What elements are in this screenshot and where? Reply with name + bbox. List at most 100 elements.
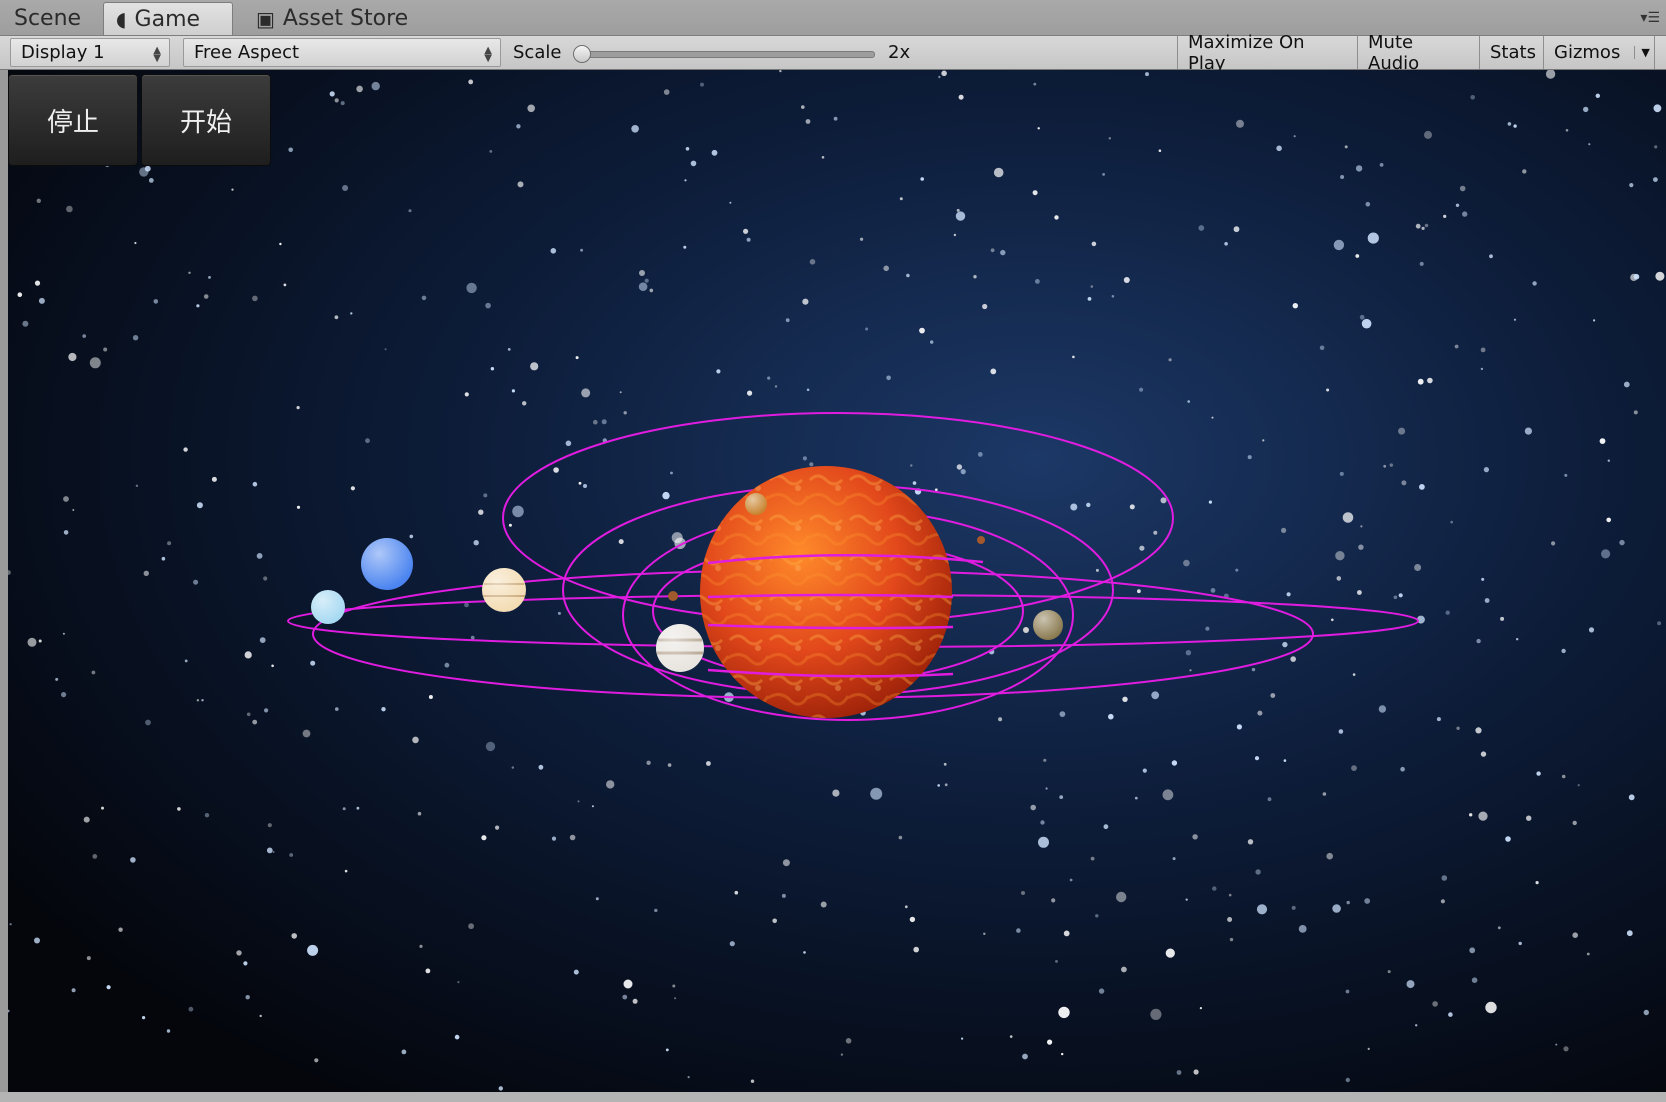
star <box>1172 857 1176 861</box>
star <box>38 639 42 643</box>
star <box>1331 618 1334 622</box>
star <box>490 367 495 371</box>
star <box>1367 232 1379 244</box>
scale-value: 2x <box>888 42 911 63</box>
star <box>1653 177 1658 182</box>
star <box>1450 520 1454 524</box>
display-dropdown-value: Display 1 <box>21 42 105 63</box>
star <box>1454 344 1459 349</box>
star <box>1139 387 1144 392</box>
tab-asset-store[interactable]: ▣ Asset Store <box>244 2 434 35</box>
start-button[interactable]: 开始 <box>141 74 271 166</box>
star <box>271 664 274 668</box>
star <box>802 298 809 305</box>
stop-button[interactable]: 停止 <box>8 74 138 166</box>
mute-audio-label: Mute Audio <box>1368 31 1420 74</box>
star <box>1121 966 1127 973</box>
star <box>1342 512 1354 523</box>
star <box>208 276 211 279</box>
star <box>483 493 488 498</box>
star <box>865 327 869 331</box>
star <box>203 294 209 299</box>
star <box>334 98 339 103</box>
mars <box>977 536 985 544</box>
star <box>1516 638 1519 641</box>
game-view[interactable]: 停止 开始 <box>0 70 1666 1092</box>
maximize-on-play-toggle[interactable]: Maximize On Play <box>1177 32 1357 74</box>
star <box>1469 947 1476 954</box>
gizmos-toggle[interactable]: Gizmos ▼ <box>1543 36 1655 69</box>
star <box>1035 279 1040 284</box>
star <box>912 481 917 485</box>
star <box>1389 463 1394 467</box>
star <box>706 761 711 766</box>
star <box>516 124 521 129</box>
star <box>1208 500 1212 504</box>
star <box>734 890 739 895</box>
star <box>1276 145 1282 152</box>
star <box>22 320 29 327</box>
star <box>886 375 891 381</box>
star <box>1185 898 1188 901</box>
star <box>1037 127 1040 130</box>
star <box>153 299 159 304</box>
star <box>973 275 977 279</box>
star <box>1513 318 1517 321</box>
star <box>196 304 200 308</box>
tab-game[interactable]: ◖ Game <box>103 2 233 35</box>
chevron-down-icon[interactable]: ▼ <box>1634 46 1650 59</box>
star <box>1583 106 1589 113</box>
star <box>767 376 771 380</box>
star <box>1555 1043 1558 1046</box>
scale-slider-thumb[interactable] <box>573 45 591 63</box>
star <box>904 905 908 909</box>
star <box>1357 590 1362 595</box>
star <box>593 419 598 425</box>
star <box>601 419 607 425</box>
tab-scene[interactable]: Scene <box>2 2 102 35</box>
star <box>1345 989 1350 994</box>
star <box>1070 503 1078 511</box>
star <box>167 541 172 546</box>
star <box>1378 705 1387 713</box>
star <box>161 556 166 561</box>
mute-audio-toggle[interactable]: Mute Audio <box>1357 32 1479 74</box>
star <box>649 288 654 293</box>
star <box>34 280 41 286</box>
star <box>977 452 983 457</box>
star <box>1419 261 1424 266</box>
star <box>1623 381 1630 388</box>
star <box>408 209 412 213</box>
star <box>772 918 777 924</box>
star <box>272 851 275 853</box>
scale-slider-track[interactable] <box>577 51 875 58</box>
window-bottom-edge <box>0 1092 1666 1102</box>
tab-menu-icon[interactable]: ▾☰ <box>1640 10 1660 26</box>
star <box>632 998 638 1004</box>
star <box>511 389 515 393</box>
aspect-dropdown[interactable]: Free Aspect ▲ ▼ <box>183 38 501 67</box>
star <box>245 995 250 1000</box>
star <box>340 101 345 106</box>
star <box>1577 784 1580 787</box>
star <box>860 237 864 241</box>
star <box>454 1034 460 1040</box>
star <box>473 540 479 546</box>
star <box>1171 760 1178 766</box>
star <box>1480 347 1486 353</box>
star <box>1247 839 1254 845</box>
star <box>371 81 380 91</box>
dropdown-arrows-icon: ▲ ▼ <box>484 45 492 64</box>
star <box>1151 691 1160 700</box>
star <box>350 312 353 315</box>
star <box>1480 751 1487 757</box>
star <box>578 481 582 485</box>
star <box>62 632 65 635</box>
stats-toggle[interactable]: Stats <box>1479 36 1543 69</box>
star <box>495 825 500 830</box>
star <box>1176 1070 1182 1075</box>
display-dropdown[interactable]: Display 1 ▲ ▼ <box>10 38 170 67</box>
star <box>990 248 995 253</box>
star <box>101 806 104 810</box>
star <box>937 784 940 787</box>
